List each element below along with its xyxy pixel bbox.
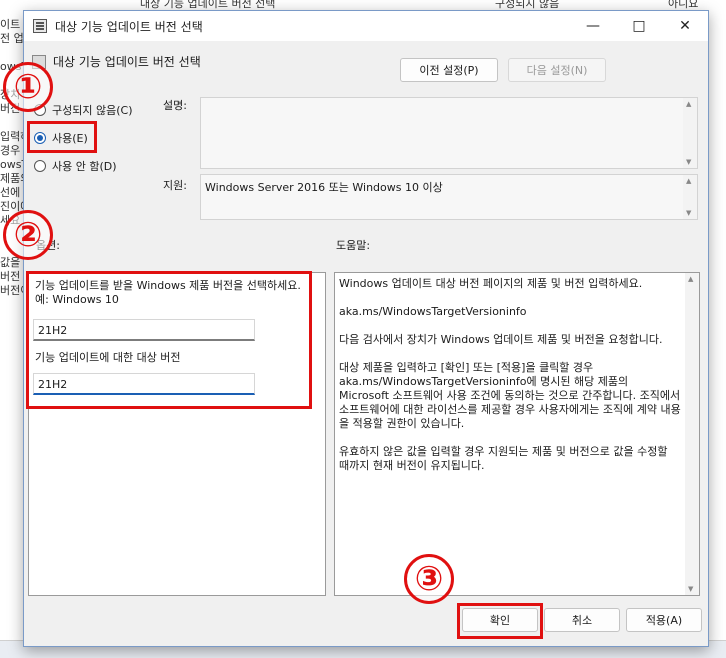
radio-enabled-circle[interactable] [34,132,46,144]
background-text-fragment: 버전 [0,270,21,283]
title-bar: 대상 기능 업데이트 버전 선택 — □ ✕ [24,11,708,41]
target-version-label: 기능 업데이트에 대한 대상 버전 [35,351,181,364]
ok-button[interactable]: 확인 [462,608,538,632]
maximize-button[interactable]: □ [616,11,662,41]
policy-icon [33,19,47,33]
step-3-marker: ③ [404,554,454,604]
radio-disabled-label: 사용 안 함(D) [52,160,117,173]
supported-box[interactable]: Windows Server 2016 또는 Windows 10 이상 ▲ ▼ [200,174,698,220]
target-product-input[interactable]: 21H2 [33,319,255,341]
background-text-fragment: 입력하 [0,130,24,143]
scroll-down-icon[interactable]: ▼ [686,209,691,217]
help-paragraph: 다음 검사에서 장치가 Windows 업데이트 제품 및 버전을 요청합니다. [339,333,663,346]
background-text-fragment: 버전이 [0,284,24,297]
policy-header: 대상 기능 업데이트 버전 선택 [32,53,201,70]
help-text: Windows 업데이트 대상 버전 페이지의 제품 및 버전 입력하세요. ak… [339,277,681,487]
scroll-up-icon[interactable]: ▲ [686,177,691,185]
radio-disabled-circle[interactable] [34,160,46,172]
background-text-fragment: 전 업 [0,32,24,45]
options-pane: 기능 업데이트를 받을 Windows 제품 버전을 선택하세요. 예: Win… [28,272,326,596]
target-version-input[interactable]: 21H2 [33,373,255,395]
supported-scrollbar[interactable]: ▲ ▼ [683,175,697,219]
step-2-marker: ② [3,210,53,260]
background-text-fragment [0,116,24,130]
radio-not-configured[interactable]: 구성되지 않음(C) [34,102,132,118]
policy-dialog: 대상 기능 업데이트 버전 선택 — □ ✕ 대상 기능 업데이트 버전 선택 … [23,10,709,647]
description-label: 설명: [163,99,187,112]
radio-enabled[interactable]: 사용(E) [34,130,88,146]
policy-header-title: 대상 기능 업데이트 버전 선택 [53,55,201,69]
target-product-label: 기능 업데이트를 받을 Windows 제품 버전을 선택하세요. 예: Win… [35,279,301,306]
radio-not-configured-label: 구성되지 않음(C) [52,104,133,117]
radio-enabled-label: 사용(E) [52,132,88,145]
help-label: 도움말: [336,239,371,252]
supported-text: Windows Server 2016 또는 Windows 10 이상 [205,181,443,194]
description-box[interactable]: ▲ ▼ [200,97,698,169]
background-text-fragment [0,46,24,60]
cancel-button[interactable]: 취소 [544,608,620,632]
background-text-fragment: 선에 [0,186,21,199]
previous-setting-button[interactable]: 이전 설정(P) [400,58,498,82]
supported-label: 지원: [163,179,187,192]
description-scrollbar[interactable]: ▲ ▼ [683,98,697,168]
scroll-up-icon[interactable]: ▲ [686,100,691,108]
help-scrollbar[interactable]: ▲ ▼ [685,273,699,595]
background-text-fragment: owsT [0,158,24,171]
apply-button[interactable]: 적용(A) [626,608,702,632]
background-text-fragment: 경우 [0,144,21,157]
step-1-marker: ① [3,62,53,112]
help-paragraph: Windows 업데이트 대상 버전 페이지의 제품 및 버전 입력하세요. [339,277,643,290]
minimize-button[interactable]: — [570,11,616,41]
background-text-fragment: 제품의 [0,172,24,185]
help-paragraph: 유효하지 않은 값을 입력할 경우 지원되는 제품 및 버전으로 값을 수정할 … [339,445,668,472]
window-title: 대상 기능 업데이트 버전 선택 [55,19,203,34]
help-pane: Windows 업데이트 대상 버전 페이지의 제품 및 버전 입력하세요. ak… [334,272,700,596]
background-text-fragment: 이트 [0,18,21,31]
help-paragraph: aka.ms/WindowsTargetVersioninfo [339,305,527,318]
close-button[interactable]: ✕ [662,11,708,41]
scroll-down-icon[interactable]: ▼ [686,158,691,166]
scroll-down-icon[interactable]: ▼ [688,585,693,593]
help-paragraph: 대상 제품을 입력하고 [확인] 또는 [적용]을 클릭할 경우 aka.ms/… [339,361,681,430]
next-setting-button[interactable]: 다음 설정(N) [508,58,606,82]
scroll-up-icon[interactable]: ▲ [688,275,693,283]
radio-disabled[interactable]: 사용 안 함(D) [34,158,117,174]
